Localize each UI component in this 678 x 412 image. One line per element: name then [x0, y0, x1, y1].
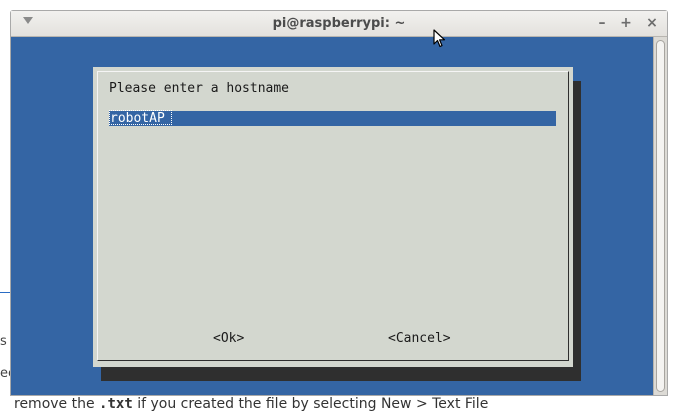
scrollbar-thumb[interactable] [656, 40, 665, 392]
vertical-scrollbar[interactable] [653, 37, 667, 395]
background-paragraph: remove the .txt if you created the file … [14, 396, 488, 412]
mouse-pointer-icon [433, 29, 446, 48]
maximize-button[interactable]: + [619, 15, 633, 31]
ok-button[interactable]: <Ok> [213, 331, 244, 346]
terminal-window: pi@raspberrypi: ~ – + × Please enter a h… [10, 10, 668, 396]
hostname-input[interactable]: robotAP [109, 110, 556, 126]
hostname-dialog: Please enter a hostname robotAP <Ok> <Ca… [93, 67, 573, 367]
background-paragraph-prefix: remove the [14, 396, 95, 412]
window-title: pi@raspberrypi: ~ [272, 16, 406, 31]
background-paragraph-code: .txt [99, 396, 133, 412]
cancel-button[interactable]: <Cancel> [388, 331, 451, 346]
background-paragraph-suffix: if you created the file by selecting New… [137, 396, 489, 412]
titlebar[interactable]: pi@raspberrypi: ~ – + × [11, 11, 667, 37]
minimize-button[interactable]: – [595, 15, 609, 31]
hostname-input-value[interactable]: robotAP [109, 110, 172, 126]
dialog-prompt: Please enter a hostname [109, 81, 290, 96]
close-button[interactable]: × [645, 15, 659, 31]
